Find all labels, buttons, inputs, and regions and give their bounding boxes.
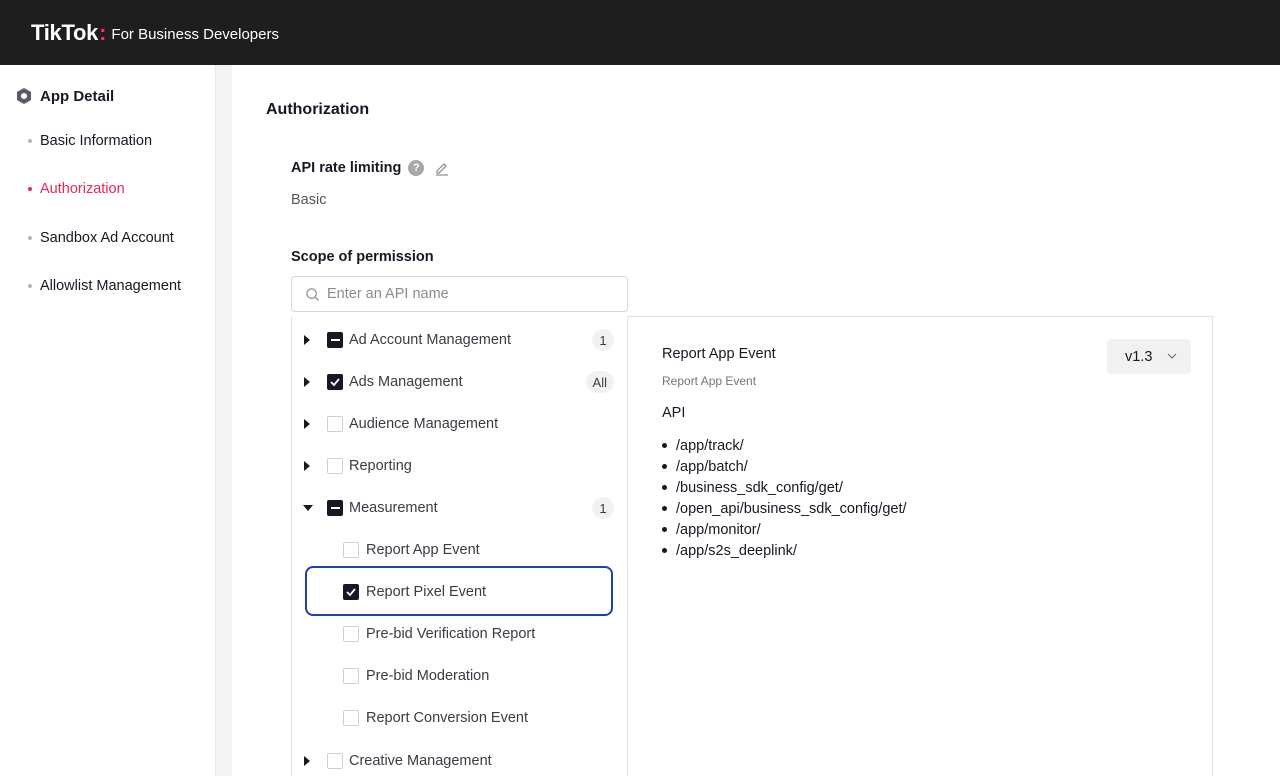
version-select[interactable]: v1.3 [1107, 339, 1191, 374]
tree-row-report-pixel-event[interactable]: Report Pixel Event [292, 571, 628, 613]
check-icon [346, 588, 356, 597]
top-navbar: TikTok : For Business Developers [0, 0, 1280, 65]
count-badge: 1 [592, 497, 614, 519]
tree-row-creative-management[interactable]: Creative Management [292, 740, 628, 776]
tree-row-label: Report Conversion Event [366, 710, 528, 726]
caret-right-icon[interactable] [304, 335, 310, 345]
app-hexagon-icon [17, 88, 31, 104]
caret-down-icon[interactable] [303, 505, 313, 511]
caret-right-icon[interactable] [304, 377, 310, 387]
caret-right-icon[interactable] [304, 756, 310, 766]
api-heading: API [662, 405, 686, 421]
api-list-item: /open_api/business_sdk_config/get/ [662, 498, 907, 519]
tree-row-label: Reporting [349, 458, 412, 474]
tree-row-label: Audience Management [349, 416, 499, 432]
api-list-item: /app/batch/ [662, 456, 907, 477]
caret-right-icon[interactable] [304, 461, 310, 471]
sidebar-title: App Detail [40, 87, 115, 105]
count-badge: All [585, 371, 614, 393]
tree-row-label: Ad Account Management [349, 332, 512, 348]
bullet-icon [28, 187, 32, 191]
rate-limit-label-row: API rate limiting ? [291, 160, 450, 176]
bullet-icon [28, 236, 32, 240]
detail-title: Report App Event [662, 346, 776, 362]
api-list-item: /app/monitor/ [662, 519, 907, 540]
count-badge: 1 [592, 329, 614, 351]
tree-row-ads-management[interactable]: Ads Management All [292, 361, 628, 403]
api-search-input[interactable]: Enter an API name [291, 276, 628, 312]
tree-row-audience-management[interactable]: Audience Management [292, 403, 628, 445]
tree-row-label: Report Pixel Event [366, 584, 487, 600]
tree-row-label: Creative Management [349, 753, 492, 769]
search-placeholder: Enter an API name [327, 286, 449, 302]
bullet-icon [28, 139, 32, 143]
sidebar-header[interactable]: App Detail [15, 87, 114, 105]
rate-limit-label: API rate limiting [291, 160, 402, 176]
api-list-item: /app/s2s_deeplink/ [662, 540, 907, 561]
tiktok-logo[interactable]: TikTok [31, 20, 98, 46]
main-content: Authorization API rate limiting ? Basic … [232, 65, 1280, 776]
tree-row-pre-bid-moderation[interactable]: Pre-bid Moderation [292, 655, 628, 697]
checkbox[interactable] [343, 668, 359, 684]
edit-icon[interactable] [434, 160, 450, 176]
scope-label: Scope of permission [291, 249, 434, 265]
checkbox-checked[interactable] [343, 584, 359, 600]
chevron-down-icon [1167, 353, 1177, 359]
tree-row-reporting[interactable]: Reporting [292, 445, 628, 487]
sidebar-item-label: Allowlist Management [40, 278, 182, 294]
tree-row-label: Report App Event [366, 542, 480, 558]
tree-row-measurement[interactable]: Measurement 1 [292, 487, 628, 529]
sidebar-item-basic-information[interactable]: Basic Information [28, 133, 152, 149]
checkbox-partial[interactable] [327, 500, 343, 516]
tree-row-label: Pre-bid Verification Report [366, 626, 536, 642]
page-title: Authorization [266, 101, 370, 118]
sidebar-item-label: Authorization [40, 181, 125, 197]
checkbox[interactable] [327, 753, 343, 769]
detail-subtitle: Report App Event [662, 374, 757, 388]
sidebar-item-authorization[interactable]: Authorization [28, 181, 125, 197]
api-list-item: /business_sdk_config/get/ [662, 477, 907, 498]
checkbox[interactable] [343, 710, 359, 726]
tree-row-pre-bid-verification-report[interactable]: Pre-bid Verification Report [292, 613, 628, 655]
version-value: v1.3 [1125, 348, 1153, 365]
sidebar-item-sandbox-ad-account[interactable]: Sandbox Ad Account [28, 230, 174, 246]
checkbox[interactable] [327, 416, 343, 432]
bullet-icon [28, 284, 32, 288]
tree-row-label: Measurement [349, 500, 438, 516]
tree-row-label: Pre-bid Moderation [366, 668, 490, 684]
sidebar-item-label: Basic Information [40, 133, 153, 149]
rate-limit-value: Basic [291, 192, 327, 208]
checkbox-partial[interactable] [327, 332, 343, 348]
header-subtitle: For Business Developers [111, 25, 279, 43]
tree-row-report-conversion-event[interactable]: Report Conversion Event [292, 697, 628, 739]
help-icon[interactable]: ? [408, 160, 425, 176]
sidebar-item-label: Sandbox Ad Account [40, 230, 174, 246]
sidebar-item-allowlist-management[interactable]: Allowlist Management [28, 278, 181, 294]
tree-row-report-app-event[interactable]: Report App Event [292, 529, 628, 571]
sidebar: App Detail Basic Information Authorizati… [0, 65, 216, 776]
panel-top-border [628, 316, 1214, 317]
check-icon [330, 378, 340, 387]
tree-row-ad-account-management[interactable]: Ad Account Management 1 [292, 319, 628, 361]
permission-tree: Ad Account Management 1 Ads Management A… [292, 316, 628, 776]
checkbox-checked[interactable] [327, 374, 343, 390]
checkbox[interactable] [343, 626, 359, 642]
permission-panel: Ad Account Management 1 Ads Management A… [291, 316, 1214, 776]
api-list: /app/track/ /app/batch/ /business_sdk_co… [662, 435, 907, 561]
checkbox[interactable] [327, 458, 343, 474]
caret-right-icon[interactable] [304, 419, 310, 429]
tree-row-label: Ads Management [349, 374, 463, 390]
api-list-item: /app/track/ [662, 435, 907, 456]
logo-dot: : [99, 19, 107, 45]
search-icon [306, 287, 320, 301]
checkbox[interactable] [343, 542, 359, 558]
